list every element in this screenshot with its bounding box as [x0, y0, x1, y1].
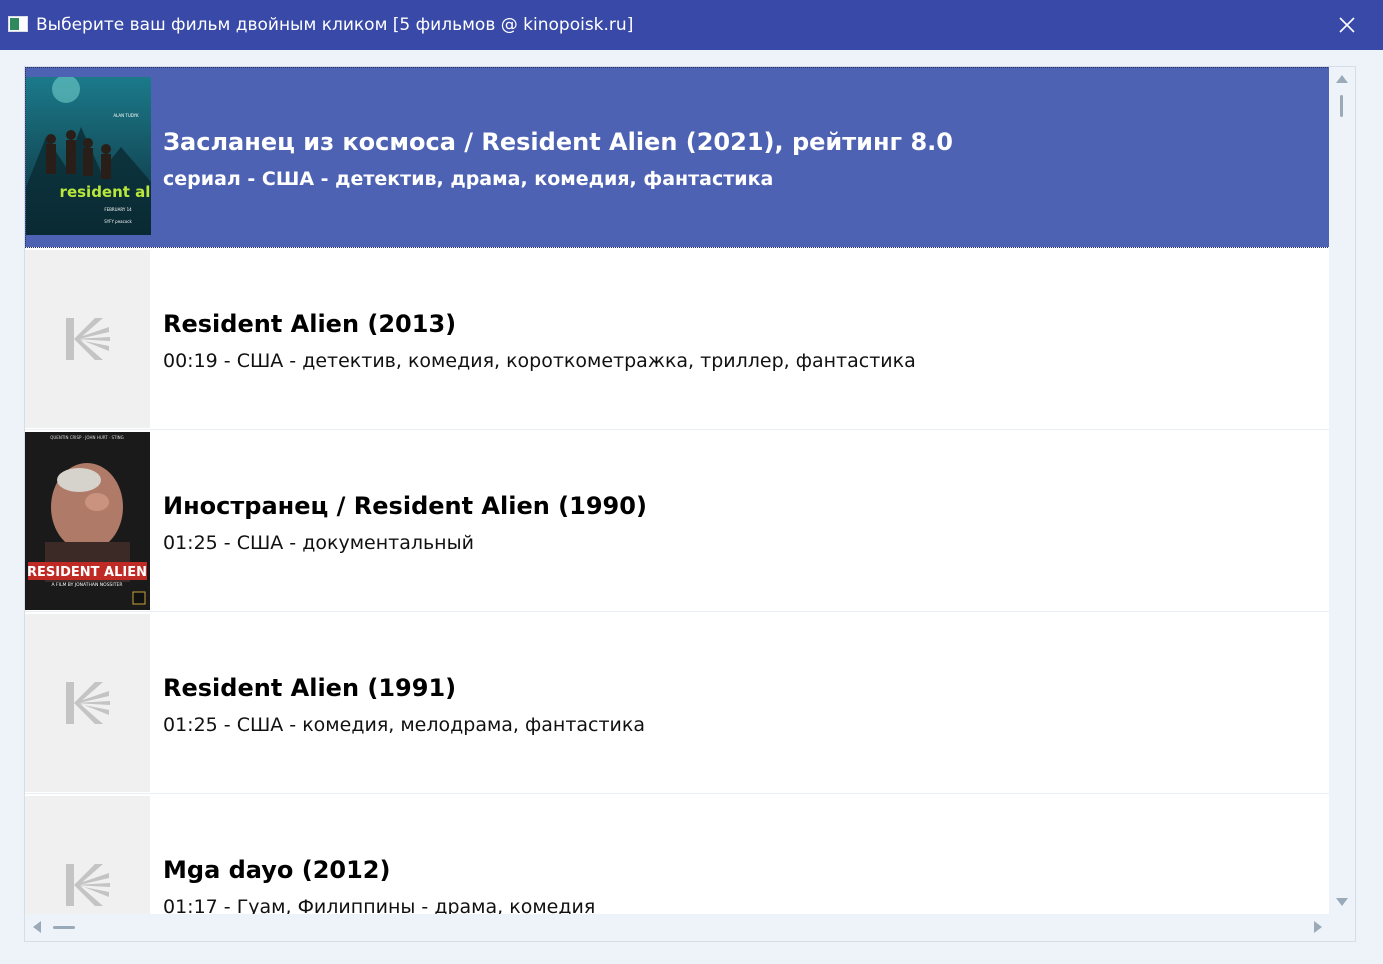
film-details: 01:25 - США - документальный [163, 532, 474, 554]
scroll-left-arrow-icon[interactable] [33, 921, 41, 933]
film-details: 00:19 - США - детектив, комедия, коротко… [163, 350, 916, 372]
scroll-right-arrow-icon[interactable] [1314, 921, 1322, 933]
horizontal-scroll-thumb[interactable] [53, 926, 75, 929]
film-listbox[interactable]: ALAN TUDYK resident alien FEBRUARY 14 SY… [24, 66, 1356, 942]
film-title: Mga dayo (2012) [163, 856, 391, 884]
film-list-item[interactable]: Mga dayo (2012) 01:17 - Гуам, Филиппины … [25, 795, 1330, 914]
film-poster [25, 796, 150, 914]
film-title: Resident Alien (2013) [163, 310, 457, 338]
poster-text-top: QUENTIN CRISP · JOHN HURT · STING [50, 435, 124, 440]
film-details: 01:25 - США - комедия, мелодрама, фантас… [163, 714, 646, 736]
window-app-icon [8, 16, 28, 32]
poster-footer-text: SYFY peacock [104, 219, 132, 224]
film-poster: QUENTIN CRISP · JOHN HURT · STING RESIDE… [25, 432, 150, 610]
horizontal-scrollbar[interactable] [25, 914, 1330, 941]
film-list-item[interactable]: QUENTIN CRISP · JOHN HURT · STING RESIDE… [25, 431, 1330, 612]
film-details: 01:17 - Гуам, Филиппины - драма, комедия [163, 896, 596, 914]
scrollbar-corner [1329, 914, 1355, 941]
poster-text-top: ALAN TUDYK [113, 113, 139, 118]
poster-image: QUENTIN CRISP · JOHN HURT · STING RESIDE… [25, 432, 150, 610]
poster-byline-text: A FILM BY JONATHAN NOSSITER [52, 582, 123, 588]
film-list-item[interactable]: Resident Alien (2013) 00:19 - США - дете… [25, 249, 1330, 430]
film-list[interactable]: ALAN TUDYK resident alien FEBRUARY 14 SY… [25, 67, 1330, 914]
close-button[interactable] [1311, 0, 1383, 50]
film-list-item[interactable]: ALAN TUDYK resident alien FEBRUARY 14 SY… [25, 67, 1330, 248]
poster-brand-text: RESIDENT ALIEN [27, 565, 147, 580]
scroll-up-arrow-icon[interactable] [1336, 75, 1348, 83]
kinopoisk-placeholder-icon [65, 864, 110, 906]
vertical-scroll-thumb[interactable] [1340, 95, 1343, 117]
film-title: Засланец из космоса / Resident Alien (20… [163, 128, 953, 156]
poster-brand-text: resident alien [60, 183, 151, 201]
film-title: Resident Alien (1991) [163, 674, 457, 702]
window-titlebar[interactable]: Выберите ваш фильм двойным кликом [5 фил… [0, 0, 1383, 50]
film-poster: ALAN TUDYK resident alien FEBRUARY 14 SY… [26, 77, 151, 235]
close-icon [1339, 17, 1355, 33]
film-poster [25, 250, 150, 428]
film-list-item[interactable]: Resident Alien (1991) 01:25 - США - коме… [25, 613, 1330, 794]
kinopoisk-placeholder-icon [65, 318, 110, 360]
kinopoisk-placeholder-icon [65, 682, 110, 724]
poster-date-text: FEBRUARY 14 [104, 207, 132, 212]
vertical-scrollbar[interactable] [1329, 67, 1355, 914]
window-title: Выберите ваш фильм двойным кликом [5 фил… [36, 15, 634, 35]
poster-image: ALAN TUDYK resident alien FEBRUARY 14 SY… [26, 77, 151, 235]
scroll-down-arrow-icon[interactable] [1336, 898, 1348, 906]
film-poster [25, 614, 150, 792]
film-details: сериал - США - детектив, драма, комедия,… [163, 168, 774, 190]
film-title: Иностранец / Resident Alien (1990) [163, 492, 647, 520]
